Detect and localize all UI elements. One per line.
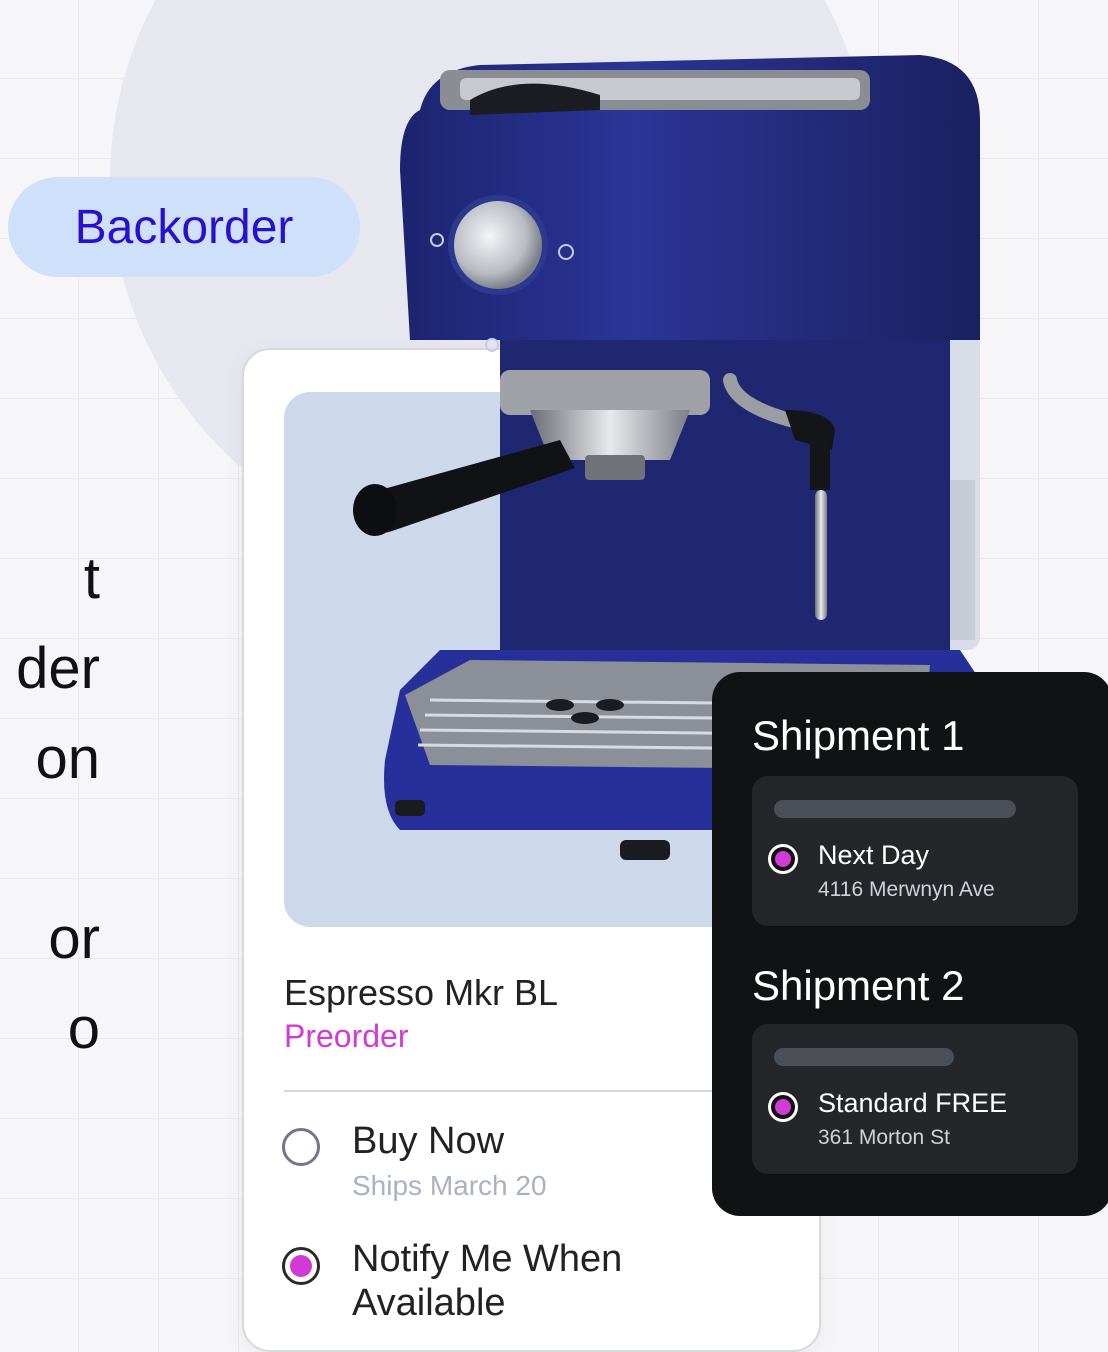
option-subtext: Ships March 20 <box>352 1170 547 1201</box>
clipped-line: der <box>16 636 100 701</box>
product-status: Preorder <box>284 1018 409 1054</box>
placeholder-bar <box>774 800 1016 818</box>
product-name: Espresso Mkr BL <box>284 972 559 1013</box>
shipment-1-radio[interactable] <box>768 844 798 874</box>
shipment-method: Standard FREE <box>818 1088 1008 1118</box>
option-label: Notify Me When Available <box>352 1238 623 1324</box>
shipment-method: Next Day <box>818 840 930 870</box>
shipment-2-radio[interactable] <box>768 1092 798 1122</box>
option-label: Buy Now <box>352 1120 505 1162</box>
clipped-line: o <box>67 996 100 1061</box>
shipment-1-option[interactable]: Next Day 4116 Merwnyn Ave <box>752 776 1078 926</box>
clipped-line <box>0 804 100 894</box>
clipped-line: t <box>83 546 100 611</box>
notify-me-radio[interactable] <box>282 1247 320 1285</box>
buy-now-radio[interactable] <box>282 1128 320 1166</box>
shipment-address: 4116 Merwnyn Ave <box>818 878 995 901</box>
clipped-line: or <box>48 906 100 971</box>
clipped-line: on <box>35 726 100 791</box>
shipment-2-title: Shipment 2 <box>752 962 965 1009</box>
shipment-2-option[interactable]: Standard FREE 361 Morton St <box>752 1024 1078 1174</box>
shipment-address: 361 Morton St <box>818 1126 950 1149</box>
placeholder-bar <box>774 1048 954 1066</box>
backorder-badge: Backorder <box>8 177 360 277</box>
clipped-heading: t der on or o <box>0 534 100 1074</box>
shipment-1-title: Shipment 1 <box>752 712 965 759</box>
shipment-panel: Shipment 1 Next Day 4116 Merwnyn Ave Shi… <box>712 672 1108 1216</box>
